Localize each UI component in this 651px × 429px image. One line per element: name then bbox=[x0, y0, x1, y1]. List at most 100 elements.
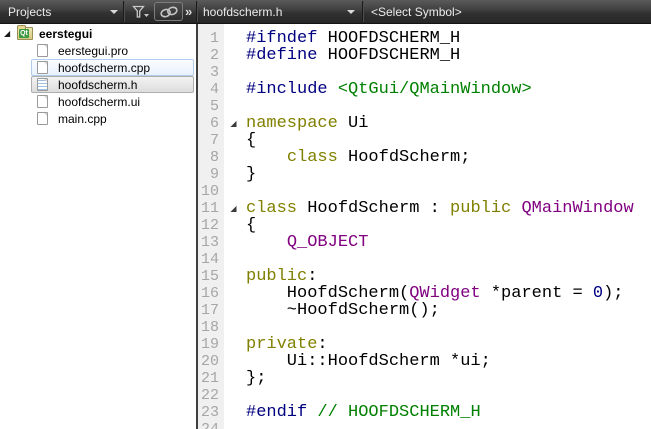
code-editor[interactable]: 123456789101112131415161718192021222324 … bbox=[198, 24, 651, 429]
line-number-gutter: 123456789101112131415161718192021222324 bbox=[198, 24, 224, 429]
open-document-dropdown[interactable]: hoofdscherm.h bbox=[203, 0, 282, 23]
code-line bbox=[246, 98, 651, 115]
project-root-label: eerstegui bbox=[39, 27, 92, 41]
line-number: 4 bbox=[198, 81, 224, 98]
line-number: 17 bbox=[198, 302, 224, 319]
file-icon bbox=[37, 112, 48, 125]
panel-boundary-separator bbox=[196, 1, 198, 22]
navigation-toolbar: Projects » hoofdscherm.h <S bbox=[0, 0, 651, 24]
filter-button[interactable] bbox=[129, 2, 152, 21]
file-name-label: main.cpp bbox=[58, 112, 107, 126]
overflow-chevron[interactable]: » bbox=[185, 0, 192, 23]
line-number: 2 bbox=[198, 47, 224, 64]
code-line: #ifndef HOOFDSCHERM_H bbox=[246, 30, 651, 47]
code-line bbox=[246, 183, 651, 200]
fold-margin-cell bbox=[224, 166, 243, 183]
fold-margin-cell bbox=[224, 132, 243, 149]
fold-margin-cell bbox=[224, 251, 243, 268]
code-line: ~HoofdScherm(); bbox=[246, 302, 651, 319]
qt-logo-badge: Qt bbox=[19, 29, 29, 38]
line-number: 1 bbox=[198, 30, 224, 47]
line-number: 20 bbox=[198, 353, 224, 370]
fold-margin-cell bbox=[224, 268, 243, 285]
projects-pane-label: Projects bbox=[8, 5, 51, 19]
line-number: 8 bbox=[198, 149, 224, 166]
fold-margin-cell bbox=[224, 336, 243, 353]
project-root-row[interactable]: ◢ Qt eerstegui bbox=[0, 25, 196, 42]
line-number: 19 bbox=[198, 336, 224, 353]
line-number: 18 bbox=[198, 319, 224, 336]
fold-marker-icon[interactable]: ◢ bbox=[224, 115, 243, 132]
fold-margin-cell bbox=[224, 302, 243, 319]
tree-file-row[interactable]: hoofdscherm.ui bbox=[31, 93, 194, 110]
code-text-area[interactable]: #ifndef HOOFDSCHERM_H#define HOOFDSCHERM… bbox=[243, 24, 651, 429]
code-line: class HoofdScherm : public QMainWindow bbox=[246, 200, 651, 217]
line-number: 7 bbox=[198, 132, 224, 149]
file-name-label: hoofdscherm.h bbox=[58, 78, 137, 92]
line-number: 6 bbox=[198, 115, 224, 132]
line-number: 15 bbox=[198, 268, 224, 285]
line-number: 21 bbox=[198, 370, 224, 387]
code-line: public: bbox=[246, 268, 651, 285]
code-line bbox=[246, 251, 651, 268]
line-number: 14 bbox=[198, 251, 224, 268]
tree-file-row[interactable]: hoofdscherm.cpp bbox=[31, 59, 194, 76]
expand-arrow-icon[interactable]: ◢ bbox=[4, 25, 17, 42]
line-number: 10 bbox=[198, 183, 224, 200]
fold-margin-cell bbox=[224, 183, 243, 200]
file-icon bbox=[37, 61, 48, 74]
fold-margin-cell bbox=[224, 353, 243, 370]
project-file-list: eerstegui.pro hoofdscherm.cpp hoofdscherm.… bbox=[0, 42, 196, 127]
tree-file-row[interactable]: hoofdscherm.h bbox=[31, 76, 194, 93]
qt-creator-window: Projects » hoofdscherm.h <S bbox=[0, 0, 651, 429]
code-line: { bbox=[246, 217, 651, 234]
fold-margin-cell bbox=[224, 81, 243, 98]
line-number: 11 bbox=[198, 200, 224, 217]
line-number: 12 bbox=[198, 217, 224, 234]
link-icon bbox=[158, 5, 180, 19]
code-line: { bbox=[246, 132, 651, 149]
main-area: ◢ Qt eerstegui eerstegui.pro hoofdscherm.… bbox=[0, 24, 651, 429]
fold-margin-cell bbox=[224, 404, 243, 421]
fold-margin-cell bbox=[224, 30, 243, 47]
file-icon bbox=[37, 44, 48, 57]
code-line: }; bbox=[246, 370, 651, 387]
fold-margin-cell bbox=[224, 149, 243, 166]
fold-margin-cell bbox=[224, 285, 243, 302]
projects-panel: ◢ Qt eerstegui eerstegui.pro hoofdscherm.… bbox=[0, 24, 196, 429]
code-line bbox=[246, 387, 651, 404]
line-number: 13 bbox=[198, 234, 224, 251]
code-folding-margin: ◢◢ bbox=[224, 24, 243, 429]
filter-icon bbox=[132, 5, 150, 19]
file-icon bbox=[37, 95, 48, 108]
code-line: private: bbox=[246, 336, 651, 353]
symbol-selector[interactable]: <Select Symbol> bbox=[371, 0, 462, 23]
line-number: 23 bbox=[198, 404, 224, 421]
qt-project-icon: Qt bbox=[17, 27, 33, 40]
code-line: Q_OBJECT bbox=[246, 234, 651, 251]
toolbar-separator bbox=[123, 1, 125, 22]
tree-file-row[interactable]: eerstegui.pro bbox=[31, 42, 194, 59]
line-number: 3 bbox=[198, 64, 224, 81]
file-name-label: hoofdscherm.cpp bbox=[58, 61, 150, 75]
line-number: 5 bbox=[198, 98, 224, 115]
sync-with-editor-button[interactable] bbox=[154, 2, 183, 21]
code-line: } bbox=[246, 166, 651, 183]
fold-margin-cell bbox=[224, 319, 243, 336]
projects-pane-selector[interactable]: Projects bbox=[8, 0, 51, 23]
symbol-selector-label: <Select Symbol> bbox=[371, 5, 462, 19]
line-number: 9 bbox=[198, 166, 224, 183]
document-name-label: hoofdscherm.h bbox=[203, 5, 282, 19]
tree-file-row[interactable]: main.cpp bbox=[31, 110, 194, 127]
chevron-down-icon[interactable] bbox=[347, 10, 355, 14]
code-line bbox=[246, 421, 651, 429]
code-line: #include <QtGui/QMainWindow> bbox=[246, 81, 651, 98]
code-line bbox=[246, 319, 651, 336]
code-line: HoofdScherm(QWidget *parent = 0); bbox=[246, 285, 651, 302]
fold-margin-cell bbox=[224, 64, 243, 81]
fold-marker-icon[interactable]: ◢ bbox=[224, 200, 243, 217]
header-file-icon bbox=[37, 78, 48, 91]
fold-margin-cell bbox=[224, 387, 243, 404]
chevron-down-icon[interactable] bbox=[110, 10, 118, 14]
file-name-label: eerstegui.pro bbox=[58, 44, 128, 58]
